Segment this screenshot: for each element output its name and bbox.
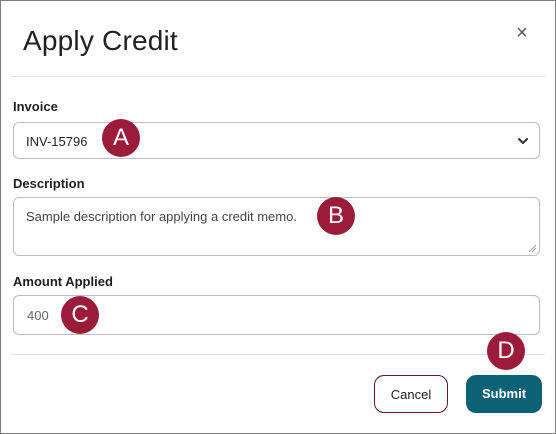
description-value: Sample description for applying a credit… — [26, 209, 297, 224]
close-icon[interactable]: × — [513, 23, 531, 43]
description-textarea[interactable]: Sample description for applying a credit… — [13, 197, 540, 256]
callout-badge-d: D — [487, 332, 525, 370]
description-label: Description — [13, 176, 85, 191]
resize-handle-icon[interactable] — [528, 244, 537, 253]
callout-badge-a: A — [102, 119, 140, 157]
dialog-title: Apply Credit — [23, 25, 178, 56]
footer-divider — [11, 354, 545, 355]
apply-credit-dialog: Apply Credit × Invoice INV-15796 Descrip… — [0, 0, 556, 434]
invoice-select[interactable]: INV-15796 — [13, 122, 540, 159]
callout-badge-c: C — [61, 296, 99, 334]
chevron-down-icon — [518, 138, 528, 144]
invoice-select-value: INV-15796 — [26, 134, 88, 149]
header-divider — [11, 76, 545, 77]
amount-label: Amount Applied — [13, 274, 113, 289]
amount-value: 400 — [27, 308, 49, 323]
submit-button[interactable]: Submit — [466, 375, 542, 413]
invoice-label: Invoice — [13, 99, 58, 114]
callout-badge-b: B — [317, 197, 355, 235]
cancel-button[interactable]: Cancel — [374, 375, 448, 413]
